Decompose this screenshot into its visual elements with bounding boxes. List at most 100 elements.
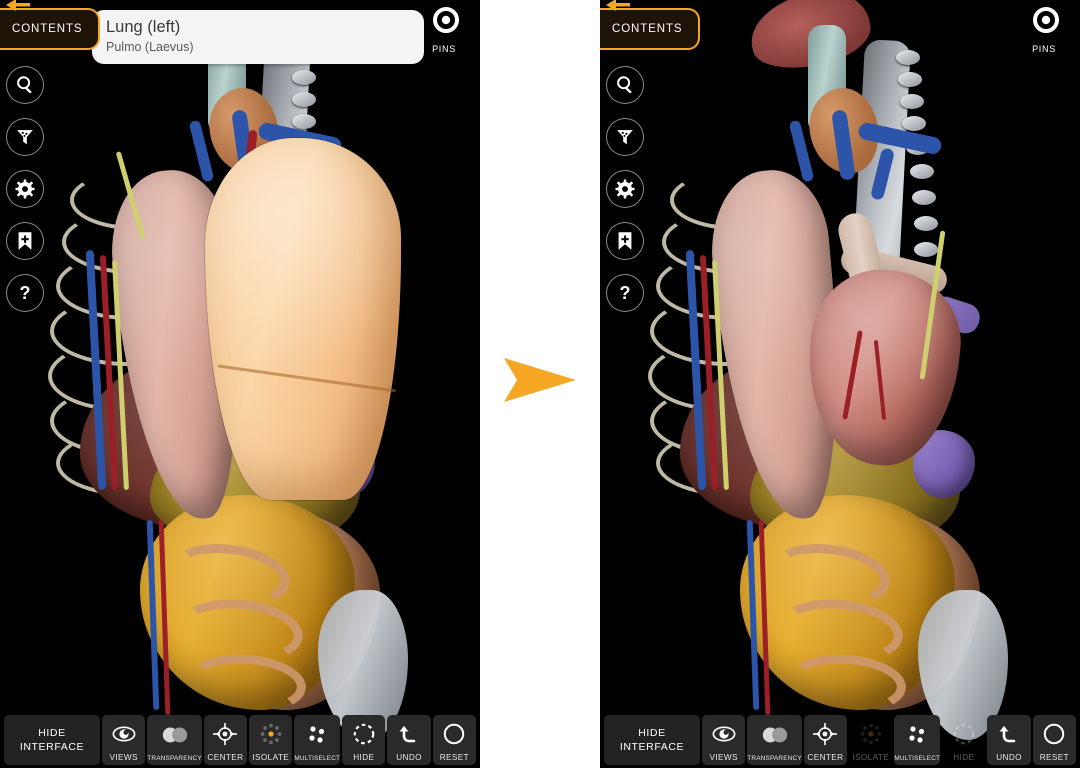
transition-gap: [480, 0, 600, 768]
pins-button[interactable]: PINS: [418, 6, 470, 54]
anatomy-viewport-after[interactable]: [600, 0, 1080, 768]
panel-before: CONTENTS Lung (left) Pulmo (Laevus) PINS: [0, 0, 480, 768]
isolate-icon: [859, 715, 883, 753]
vertebra: [292, 70, 316, 85]
pins-label: PINS: [1032, 44, 1056, 54]
reset-button[interactable]: RESET: [432, 715, 477, 765]
hide-button[interactable]: HIDE: [342, 715, 386, 765]
panel-after: CONTENTS PINS ? HIDE INTERFACE VIEWS TRA…: [600, 0, 1080, 768]
center-button[interactable]: CENTER: [203, 715, 248, 765]
transparency-icon: [160, 715, 190, 755]
vertebra: [914, 216, 938, 231]
reset-button[interactable]: RESET: [1032, 715, 1077, 765]
svg-text:?: ?: [19, 282, 30, 303]
hide-interface-button[interactable]: HIDE INTERFACE: [604, 715, 700, 765]
structure-title-card[interactable]: Lung (left) Pulmo (Laevus): [92, 10, 424, 64]
undo-button[interactable]: UNDO: [387, 715, 431, 765]
hide-interface-line1: HIDE: [38, 727, 66, 739]
structure-name: Lung (left): [106, 18, 181, 36]
transparency-button[interactable]: TRANSPARENCY: [747, 715, 802, 765]
pin-icon: [433, 7, 459, 36]
views-label: VIEWS: [709, 753, 738, 762]
views-button[interactable]: VIEWS: [102, 715, 146, 765]
reset-label: RESET: [1039, 753, 1070, 762]
hide-label: HIDE: [353, 753, 375, 762]
multiselect-button[interactable]: MULTISELECT: [294, 715, 341, 765]
hide-interface-button[interactable]: HIDE INTERFACE: [4, 715, 100, 765]
filter-button[interactable]: [606, 118, 644, 156]
vertebra: [898, 72, 922, 87]
reset-label: RESET: [439, 753, 470, 762]
pin-icon: [1033, 7, 1059, 36]
search-button[interactable]: [606, 66, 644, 104]
views-label: VIEWS: [109, 753, 138, 762]
multiselect-icon: [305, 715, 329, 755]
gear-icon: [15, 179, 35, 199]
undo-arrow-icon: [397, 715, 421, 753]
question-mark-icon: ?: [619, 282, 630, 303]
hide-interface-line1: HIDE: [638, 727, 666, 739]
eye-icon: [712, 715, 736, 753]
crosshair-icon: [812, 715, 838, 753]
dashed-circle-icon: [952, 715, 976, 753]
bookmark-button[interactable]: [606, 222, 644, 260]
help-button[interactable]: ?: [606, 274, 644, 312]
dashed-circle-icon: [352, 715, 376, 753]
question-mark-icon: ?: [19, 282, 30, 303]
vertebra: [914, 242, 938, 257]
contents-button-label: CONTENTS: [612, 23, 683, 35]
svg-text:?: ?: [619, 282, 630, 303]
bookmark-plus-icon: [18, 232, 32, 250]
isolate-button[interactable]: ISOLATE: [849, 715, 892, 765]
search-icon: [617, 76, 632, 94]
settings-button[interactable]: [606, 170, 644, 208]
transition-arrow: [480, 340, 600, 420]
crosshair-icon: [212, 715, 238, 753]
vertebra: [292, 114, 316, 129]
transparency-label: TRANSPARENCY: [747, 755, 802, 762]
views-button[interactable]: VIEWS: [702, 715, 746, 765]
search-button[interactable]: [6, 66, 44, 104]
settings-button[interactable]: [6, 170, 44, 208]
eye-icon: [112, 715, 136, 753]
bottom-toolbar-after: HIDE INTERFACE VIEWS TRANSPARENCY CENTER…: [600, 715, 1080, 768]
multiselect-button[interactable]: MULTISELECT: [894, 715, 941, 765]
multiselect-label: MULTISELECT: [294, 755, 341, 762]
filter-button[interactable]: [6, 118, 44, 156]
center-button[interactable]: CENTER: [803, 715, 848, 765]
pins-button[interactable]: PINS: [1018, 6, 1070, 54]
transparency-button[interactable]: TRANSPARENCY: [147, 715, 202, 765]
gear-icon: [615, 179, 635, 199]
structure-latin-name: Pulmo (Laevus): [106, 40, 194, 54]
circle-icon: [1042, 715, 1066, 753]
pins-label: PINS: [432, 44, 456, 54]
bookmark-button[interactable]: [6, 222, 44, 260]
undo-label: UNDO: [396, 753, 422, 762]
vertebra: [902, 116, 926, 131]
hide-interface-line2: INTERFACE: [619, 741, 685, 753]
hide-interface-line2: INTERFACE: [19, 741, 85, 753]
hide-button[interactable]: HIDE: [942, 715, 985, 765]
vertebra: [912, 190, 936, 205]
anatomy-viewport-before[interactable]: [0, 0, 480, 768]
transparency-label: TRANSPARENCY: [147, 755, 202, 762]
help-button[interactable]: ?: [6, 274, 44, 312]
hide-label: HIDE: [953, 753, 975, 762]
multiselect-label: MULTISELECT: [894, 755, 941, 762]
tool-rail-before: ?: [6, 66, 58, 312]
tool-rail-after: ?: [606, 66, 658, 312]
isolate-button[interactable]: ISOLATE: [249, 715, 293, 765]
bottom-toolbar-before: HIDE INTERFACE VIEWS TRANSPARENCY CENTER…: [0, 715, 480, 768]
search-icon: [17, 76, 32, 94]
undo-button[interactable]: UNDO: [987, 715, 1031, 765]
isolate-icon: [259, 715, 283, 753]
isolate-label: ISOLATE: [252, 753, 290, 762]
vertebra: [910, 164, 934, 179]
center-label: CENTER: [807, 753, 844, 762]
contents-button-label: CONTENTS: [12, 23, 83, 35]
filter-icon: [617, 130, 633, 145]
transparency-icon: [760, 715, 790, 755]
lung-left-selected[interactable]: [205, 138, 401, 500]
vertebra: [900, 94, 924, 109]
center-label: CENTER: [207, 753, 244, 762]
